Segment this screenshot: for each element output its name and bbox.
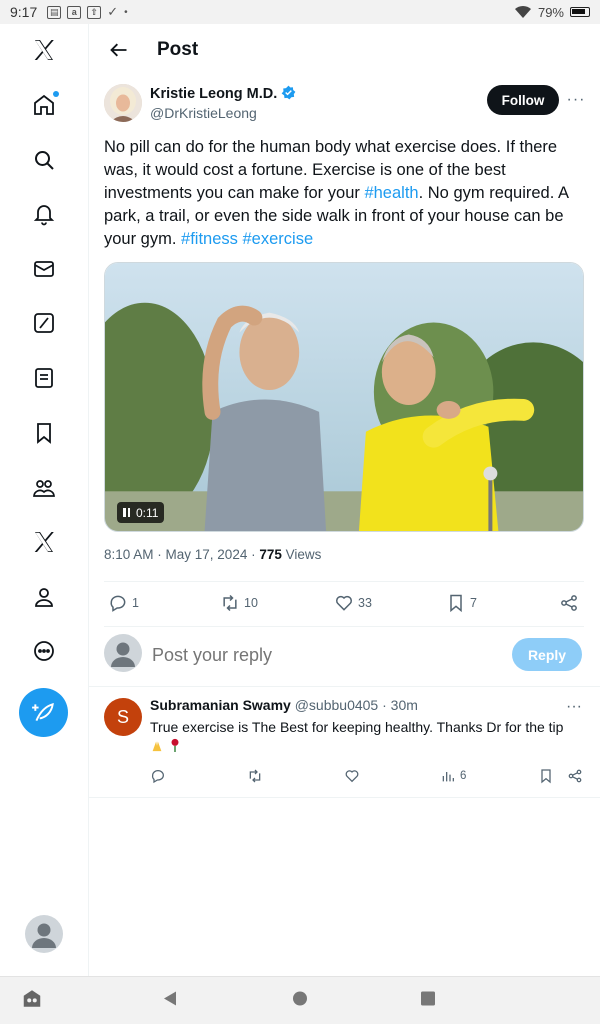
more-notifications-dot: •: [124, 6, 128, 18]
reply-views-action[interactable]: 6: [440, 766, 466, 786]
notifications-bell-icon[interactable]: [31, 201, 57, 227]
compose-post-button[interactable]: [19, 688, 68, 737]
hashtag-exercise[interactable]: #exercise: [243, 230, 314, 248]
divider: [89, 797, 600, 798]
rose-emoji-icon: [171, 738, 179, 752]
feather-plus-icon: [31, 702, 54, 721]
hashtag-health[interactable]: #health: [364, 184, 418, 202]
bookmark-icon: [450, 594, 462, 613]
app-notification-icon: ▤: [47, 5, 62, 19]
reply-input[interactable]: [152, 642, 452, 668]
assistant-apps-icon[interactable]: [21, 988, 43, 1015]
reply-author-handle[interactable]: @subbu0405: [295, 697, 379, 713]
battery-percent: 79%: [537, 4, 564, 20]
check-download-icon: ✓: [107, 4, 119, 19]
post-timestamp[interactable]: 8:10 AM · May 17, 2024 ·: [104, 547, 259, 562]
reply-bookmark-action[interactable]: [538, 766, 554, 786]
wifi-icon: [514, 5, 531, 18]
pause-icon: [123, 508, 130, 517]
back-button[interactable]: [99, 30, 139, 70]
composer-avatar: [104, 634, 142, 672]
video-timer[interactable]: 0:11: [117, 502, 165, 523]
home-unread-dot: [53, 91, 59, 97]
messages-icon[interactable]: [31, 256, 57, 282]
post-more-icon[interactable]: ···: [566, 90, 586, 110]
x-logo-icon[interactable]: [31, 37, 57, 63]
reply-reply-action[interactable]: [150, 766, 166, 786]
system-navigation-bar: [0, 976, 600, 1024]
post-actions: 1 10 33 7: [104, 590, 584, 616]
reply-bubble-icon: [151, 770, 164, 784]
repost-icon: [223, 594, 237, 612]
reply-button[interactable]: Reply: [512, 638, 582, 671]
post-text: No pill can do for the human body what e…: [104, 138, 569, 248]
post-video[interactable]: 0:11: [104, 262, 584, 532]
folded-hands-emoji-icon: [152, 741, 162, 752]
page-title: Post: [157, 39, 199, 60]
reply-time: · 30m: [378, 697, 418, 713]
divider: [104, 581, 584, 582]
home-icon[interactable]: [31, 91, 59, 118]
reply-actions: 6: [150, 766, 590, 786]
heart-icon: [345, 770, 359, 783]
author-name[interactable]: Kristie Leong M.D.: [150, 85, 296, 102]
lists-icon[interactable]: [31, 365, 57, 391]
post-author: Kristie Leong M.D. @DrKristieLeong Follo…: [104, 84, 590, 126]
communities-icon[interactable]: [31, 475, 57, 501]
repost-action[interactable]: 10: [220, 590, 258, 616]
reply-composer: Reply: [104, 634, 584, 676]
divider: [104, 626, 584, 627]
reply-more-icon[interactable]: ···: [566, 698, 582, 716]
share-action[interactable]: [559, 590, 579, 616]
reply-header: Subramanian Swamy @subbu0405 · 30m: [150, 697, 418, 713]
views-chart-icon: [442, 772, 454, 782]
home-circle-icon[interactable]: [291, 990, 309, 1013]
views-count: 775: [259, 547, 282, 562]
bookmarks-icon[interactable]: [31, 420, 57, 446]
recents-square-icon[interactable]: [419, 990, 437, 1013]
more-options-icon[interactable]: [31, 638, 57, 664]
reply-repost-action[interactable]: [247, 766, 263, 786]
reply-author-name[interactable]: Subramanian Swamy: [150, 697, 291, 713]
repost-icon: [249, 769, 261, 783]
reply-action[interactable]: 1: [108, 590, 139, 616]
amazon-notification-icon: a: [67, 5, 82, 19]
bookmark-action[interactable]: 7: [446, 590, 477, 616]
sidebar-nav: [0, 24, 89, 976]
battery-icon: [570, 7, 590, 17]
like-action[interactable]: 33: [334, 590, 372, 616]
divider: [89, 686, 600, 687]
bookmark-icon: [541, 769, 551, 784]
status-bar: 9:17 ▤ a ⇧ ✓ • 79%: [0, 0, 600, 24]
reply-text: True exercise is The Best for keeping he…: [150, 717, 586, 757]
page-header: Post: [89, 24, 600, 76]
verified-badge-icon: [281, 85, 296, 100]
back-triangle-icon[interactable]: [161, 990, 179, 1013]
views-label: Views: [281, 547, 322, 562]
reply-author-avatar[interactable]: S: [104, 698, 142, 736]
share-icon: [561, 595, 577, 611]
upload-notification-icon: ⇧: [87, 5, 102, 19]
heart-icon: [336, 595, 352, 611]
author-avatar[interactable]: [104, 84, 142, 122]
author-handle[interactable]: @DrKristieLeong: [150, 105, 257, 121]
reply-share-action[interactable]: [567, 766, 583, 786]
share-icon: [568, 769, 582, 783]
reply-like-action[interactable]: [344, 766, 360, 786]
account-avatar[interactable]: [25, 915, 63, 953]
profile-icon[interactable]: [31, 584, 57, 610]
premium-x-icon[interactable]: [31, 529, 57, 555]
hashtag-fitness[interactable]: #fitness: [181, 230, 238, 248]
search-icon[interactable]: [31, 147, 57, 173]
reply-bubble-icon: [110, 595, 126, 612]
follow-button[interactable]: Follow: [487, 85, 559, 115]
arrow-left-icon: [110, 43, 127, 57]
status-time: 9:17: [10, 4, 38, 20]
post-meta: 8:10 AM · May 17, 2024 · 775 Views: [104, 547, 321, 562]
grok-icon[interactable]: [31, 310, 57, 336]
